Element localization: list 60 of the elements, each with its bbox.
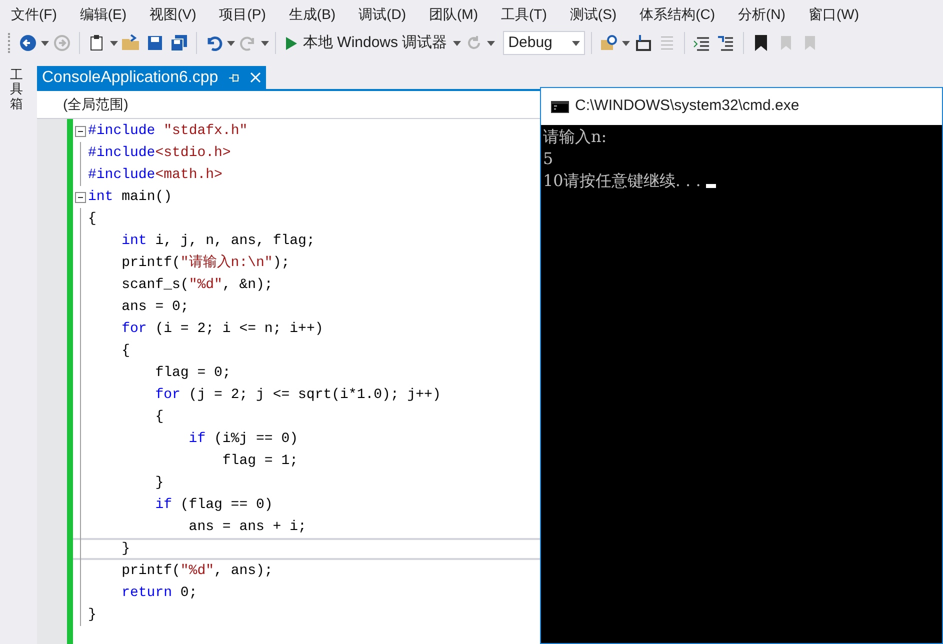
play-icon: [286, 36, 297, 50]
collapse-icon[interactable]: [75, 126, 86, 136]
terminal-icon: [551, 100, 569, 112]
console-title: C:\WINDOWS\system32\cmd.exe: [575, 96, 800, 116]
collapse-icon[interactable]: [75, 192, 86, 202]
code-line: for (j = 2; j <= sqrt(i*1.0); j++): [155, 386, 441, 404]
menu-item[interactable]: 编辑(E): [72, 4, 134, 24]
caret-icon[interactable]: [227, 40, 235, 46]
console-output: 10请按任意键继续. . .: [543, 170, 702, 192]
code-line: {: [88, 210, 96, 228]
code-line: ans = 0;: [122, 298, 189, 316]
menu-item[interactable]: 团队(M): [422, 4, 486, 24]
code-line: }: [88, 606, 96, 624]
code-line: flag = 0;: [155, 364, 231, 382]
menu-item[interactable]: 调试(D): [352, 4, 414, 24]
caret-icon[interactable]: [261, 40, 269, 46]
code-line: printf("请输入n:\n");: [122, 254, 290, 272]
code-line: printf("%d", ans);: [122, 562, 273, 580]
back-icon[interactable]: [17, 32, 39, 54]
code-line: for (i = 2; i <= n; i++): [122, 320, 324, 338]
file-tab[interactable]: ConsoleApplication6.cpp: [37, 66, 266, 89]
code-line: scanf_s("%d", &n);: [122, 276, 273, 294]
menu-item[interactable]: 生成(B): [282, 4, 343, 24]
code-line: {: [155, 408, 164, 426]
caret-icon: [572, 40, 580, 46]
code-line: if (flag == 0): [155, 496, 273, 514]
code-line: #include<stdio.h>: [88, 144, 231, 162]
menu-item[interactable]: 窗口(W): [801, 4, 866, 24]
start-debugging-button[interactable]: 本地 Windows 调试器: [282, 31, 452, 55]
configuration-dropdown[interactable]: Debug: [503, 31, 586, 55]
caret-icon[interactable]: [453, 40, 462, 46]
caret-icon[interactable]: [41, 40, 49, 46]
code-line: }: [122, 540, 130, 558]
code-line: int main(): [88, 188, 172, 206]
code-line: #include<math.h>: [88, 166, 222, 184]
code-line: int i, j, n, ans, flag;: [122, 232, 315, 250]
menu-item[interactable]: 测试(S): [562, 4, 624, 24]
caret-icon[interactable]: [487, 40, 496, 46]
menu-item[interactable]: 工具(T): [494, 4, 554, 24]
code-line: return 0;: [122, 584, 198, 602]
menu-item[interactable]: 项目(P): [212, 4, 273, 24]
caret-icon[interactable]: [622, 40, 630, 46]
pin-icon[interactable]: [228, 72, 240, 84]
code-line: ans = ans + i;: [188, 518, 306, 536]
console-output: 5: [543, 148, 554, 170]
close-icon[interactable]: [250, 72, 262, 83]
caret-icon[interactable]: [110, 40, 118, 46]
menu-item[interactable]: 文件(F): [4, 4, 64, 24]
toolbox-tab[interactable]: 工具箱: [10, 68, 23, 111]
menu-item[interactable]: 分析(N): [731, 4, 792, 24]
code-line: #include "stdafx.h": [88, 122, 248, 140]
scope-dropdown[interactable]: (全局范围): [63, 94, 128, 115]
menu-item[interactable]: 体系结构(C): [632, 4, 722, 24]
code-line: {: [122, 342, 130, 360]
code-line: }: [155, 474, 164, 492]
code-line: if (i%j == 0): [188, 430, 298, 448]
console-output: 请输入n:: [543, 126, 607, 148]
code-line: flag = 1;: [222, 452, 298, 470]
menu-item[interactable]: 视图(V): [142, 4, 204, 24]
text-cursor: [706, 184, 716, 188]
